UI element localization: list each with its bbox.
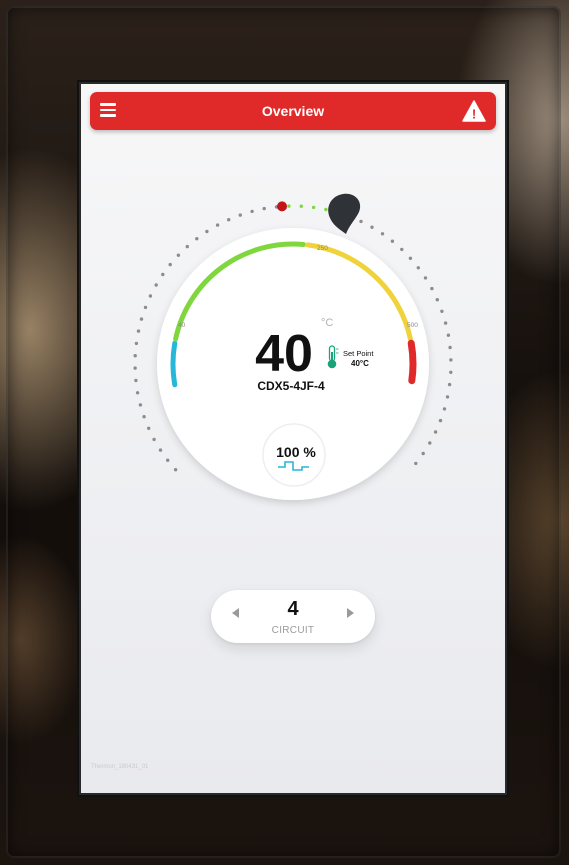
setpoint-value: 40°C <box>351 359 369 368</box>
ring-dot <box>168 262 172 267</box>
ring-dot <box>250 209 254 214</box>
ring-dot <box>359 219 363 224</box>
screen: Overview ! 40 250 500 40 °C Set Point 40… <box>81 84 505 793</box>
ring-dot <box>449 370 453 374</box>
ring-dot <box>147 426 151 430</box>
ring-dot <box>442 407 447 411</box>
ring-dot <box>143 305 148 310</box>
ring-dot <box>138 403 143 407</box>
temperature-unit: °C <box>321 317 333 329</box>
ring-dot <box>133 354 137 358</box>
ring-dot <box>139 317 144 321</box>
ring-dot <box>311 205 316 210</box>
temperature-gauge: 40 250 500 40 °C Set Point 40°C CDX5-4JF… <box>133 193 453 500</box>
ring-dot <box>428 441 432 445</box>
circuit-next-arrow-icon[interactable] <box>347 608 354 618</box>
ring-dot <box>390 239 395 243</box>
ring-dot <box>136 329 141 333</box>
arc-low-range <box>170 340 178 388</box>
ring-dot <box>166 458 170 462</box>
ring-dot <box>447 382 452 387</box>
circuit-label: CIRCUIT <box>271 625 315 636</box>
ring-dot <box>433 430 438 434</box>
ring-dot <box>238 213 242 217</box>
ring-dot <box>134 341 139 346</box>
ring-dot <box>173 468 178 472</box>
ring-dot <box>154 283 158 287</box>
current-value-marker <box>277 201 287 212</box>
ring-dot <box>195 237 199 241</box>
ring-dot <box>299 204 303 208</box>
setpoint-pointer[interactable] <box>328 193 361 234</box>
ring-dot <box>370 225 374 229</box>
ring-dot <box>324 207 328 212</box>
ring-dot <box>142 415 146 419</box>
ring-dot <box>440 309 444 313</box>
ring-dot <box>435 298 439 302</box>
ring-dot <box>443 321 448 325</box>
ring-dot <box>135 391 140 395</box>
ring-dot <box>185 244 189 249</box>
ring-dot <box>176 253 181 257</box>
circuit-selector: 4 CIRCUIT <box>211 590 375 643</box>
ring-dot <box>287 204 291 208</box>
ring-dot <box>414 461 418 466</box>
ring-dot <box>133 366 137 370</box>
ring-dot <box>423 276 428 280</box>
output-percent: 100 % <box>276 444 316 460</box>
ring-dot <box>400 247 404 252</box>
temperature-value: 40 <box>255 325 313 383</box>
ring-dot <box>215 223 220 227</box>
scale-mid-label: 250 <box>317 245 328 252</box>
ring-dot <box>445 395 450 399</box>
ring-dot <box>430 286 434 291</box>
ring-dot <box>227 218 231 222</box>
arc-high-range <box>407 339 417 385</box>
ring-dot <box>152 437 156 442</box>
ring-dot <box>161 272 165 277</box>
setpoint-label: Set Point <box>343 349 374 358</box>
scale-max-label: 500 <box>407 322 418 329</box>
ring-dot <box>408 256 413 260</box>
ring-dot <box>380 232 385 236</box>
ring-dot <box>158 448 163 452</box>
ring-dot <box>438 418 443 423</box>
ring-dot <box>449 358 453 362</box>
ring-dot <box>448 345 452 350</box>
ring-dot <box>205 229 209 234</box>
scale-min-label: 40 <box>178 322 186 329</box>
ring-dot <box>262 206 266 211</box>
device-name: CDX5-4JF-4 <box>257 379 325 393</box>
ring-dot <box>416 266 420 270</box>
footer-id-text: Thermon_180431_01 <box>91 764 149 770</box>
ring-dot <box>421 451 425 456</box>
ring-dot <box>446 333 451 337</box>
ring-dot <box>134 378 138 383</box>
ring-dot <box>148 294 153 298</box>
